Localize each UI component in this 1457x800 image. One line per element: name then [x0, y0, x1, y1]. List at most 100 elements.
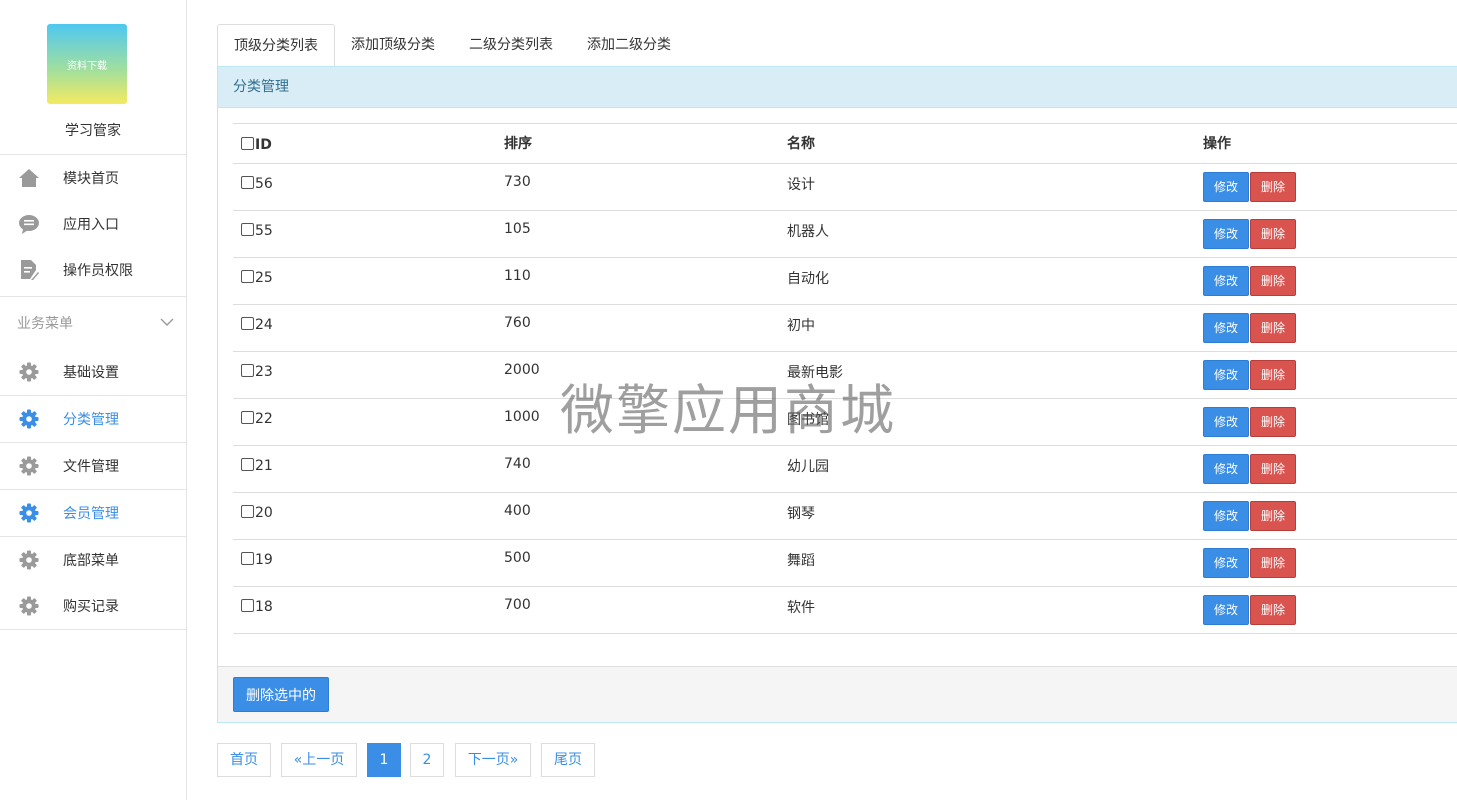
chevron-down-icon — [160, 315, 174, 331]
row-checkbox[interactable] — [241, 599, 254, 612]
sidebar-item-label: 底部菜单 — [63, 553, 119, 569]
delete-button[interactable]: 删除 — [1250, 501, 1296, 531]
row-id: 24 — [255, 317, 273, 333]
gear-icon — [18, 455, 40, 477]
row-checkbox[interactable] — [241, 176, 254, 189]
column-header-id: ID — [233, 123, 496, 164]
column-header-name: 名称 — [779, 123, 1195, 164]
delete-button[interactable]: 删除 — [1250, 266, 1296, 296]
row-checkbox[interactable] — [241, 411, 254, 424]
page-prev[interactable]: «上一页 — [281, 743, 357, 777]
column-id-label: ID — [255, 137, 272, 153]
cell-name: 初中 — [779, 304, 1195, 352]
cell-sort: 2000 — [496, 351, 779, 399]
sidebar-item-member-management[interactable]: 会员管理 — [0, 490, 186, 536]
edit-button[interactable]: 修改 — [1203, 313, 1249, 343]
cell-id: 20 — [233, 492, 496, 540]
edit-button[interactable]: 修改 — [1203, 219, 1249, 249]
sidebar-item-file-management[interactable]: 文件管理 — [0, 443, 186, 489]
table-row: 18 700 软件 修改 删除 — [233, 586, 1457, 634]
cell-sort: 740 — [496, 445, 779, 493]
section-title: 业务菜单 — [17, 316, 73, 332]
delete-button[interactable]: 删除 — [1250, 407, 1296, 437]
tab-add-secondary-category[interactable]: 添加二级分类 — [571, 24, 687, 67]
cell-ops: 修改 删除 — [1195, 445, 1457, 493]
row-id: 18 — [255, 599, 273, 615]
edit-button[interactable]: 修改 — [1203, 501, 1249, 531]
table-header-row: ID 排序 名称 操作 — [233, 123, 1457, 164]
sidebar-item-bottom-menu[interactable]: 底部菜单 — [0, 537, 186, 583]
edit-button[interactable]: 修改 — [1203, 595, 1249, 625]
cell-id: 24 — [233, 304, 496, 352]
row-id: 56 — [255, 176, 273, 192]
cell-id: 56 — [233, 163, 496, 211]
cell-name: 机器人 — [779, 210, 1195, 258]
category-panel: 分类管理 ID 排序 名称 操作 56 730 设计 修改 删除 55 105 机器人 修改 删除… — [217, 66, 1457, 723]
column-header-sort: 排序 — [496, 123, 779, 164]
table-row: 20 400 钢琴 修改 删除 — [233, 492, 1457, 540]
cell-name: 舞蹈 — [779, 539, 1195, 587]
page-number-2[interactable]: 2 — [410, 743, 444, 777]
row-checkbox[interactable] — [241, 223, 254, 236]
sidebar-item-label: 基础设置 — [63, 365, 119, 381]
delete-button[interactable]: 删除 — [1250, 454, 1296, 484]
business-menu-header[interactable]: 业务菜单 — [0, 297, 186, 349]
cell-id: 25 — [233, 257, 496, 305]
sidebar-item-basic-settings[interactable]: 基础设置 — [0, 349, 186, 395]
row-checkbox[interactable] — [241, 317, 254, 330]
delete-selected-button[interactable]: 删除选中的 — [233, 677, 329, 712]
edit-button[interactable]: 修改 — [1203, 548, 1249, 578]
cell-name: 设计 — [779, 163, 1195, 211]
cell-name: 自动化 — [779, 257, 1195, 305]
page-next[interactable]: 下一页» — [455, 743, 531, 777]
cell-ops: 修改 删除 — [1195, 351, 1457, 399]
page-first[interactable]: 首页 — [217, 743, 271, 777]
sidebar-item-category-management[interactable]: 分类管理 — [0, 396, 186, 442]
row-checkbox[interactable] — [241, 458, 254, 471]
delete-button[interactable]: 删除 — [1250, 360, 1296, 390]
delete-button[interactable]: 删除 — [1250, 548, 1296, 578]
row-checkbox[interactable] — [241, 505, 254, 518]
category-table: ID 排序 名称 操作 56 730 设计 修改 删除 55 105 机器人 修改 删除 25 110… — [233, 123, 1457, 634]
tab-top-category-list[interactable]: 顶级分类列表 — [217, 24, 335, 68]
gear-icon — [18, 595, 40, 617]
delete-button[interactable]: 删除 — [1250, 313, 1296, 343]
gear-icon — [18, 408, 40, 430]
delete-button[interactable]: 删除 — [1250, 219, 1296, 249]
edit-button[interactable]: 修改 — [1203, 407, 1249, 437]
sidebar-item-module-home[interactable]: 模块首页 — [0, 155, 186, 201]
cell-sort: 730 — [496, 163, 779, 211]
tab-secondary-category-list[interactable]: 二级分类列表 — [453, 24, 569, 67]
tab-add-top-category[interactable]: 添加顶级分类 — [335, 24, 451, 67]
cell-id: 55 — [233, 210, 496, 258]
cell-sort: 400 — [496, 492, 779, 540]
delete-button[interactable]: 删除 — [1250, 595, 1296, 625]
cell-name: 图书馆 — [779, 398, 1195, 446]
row-checkbox[interactable] — [241, 364, 254, 377]
sidebar-item-label: 操作员权限 — [63, 263, 133, 279]
edit-button[interactable]: 修改 — [1203, 266, 1249, 296]
page-last[interactable]: 尾页 — [541, 743, 595, 777]
row-id: 21 — [255, 458, 273, 474]
sidebar-top-group: 模块首页 应用入口 操作员权限 — [0, 155, 186, 297]
select-all-checkbox[interactable] — [241, 137, 254, 150]
column-header-ops: 操作 — [1195, 123, 1457, 164]
sidebar-item-operator-permissions[interactable]: 操作员权限 — [0, 247, 186, 293]
cell-sort: 105 — [496, 210, 779, 258]
table-row: 55 105 机器人 修改 删除 — [233, 210, 1457, 258]
sidebar-item-app-entry[interactable]: 应用入口 — [0, 201, 186, 247]
row-checkbox[interactable] — [241, 552, 254, 565]
cell-name: 最新电影 — [779, 351, 1195, 399]
delete-button[interactable]: 删除 — [1250, 172, 1296, 202]
edit-button[interactable]: 修改 — [1203, 172, 1249, 202]
row-checkbox[interactable] — [241, 270, 254, 283]
edit-button[interactable]: 修改 — [1203, 360, 1249, 390]
sidebar-item-purchase-records[interactable]: 购买记录 — [0, 583, 186, 629]
panel-footer: 删除选中的 — [218, 666, 1457, 722]
cell-ops: 修改 删除 — [1195, 304, 1457, 352]
edit-button[interactable]: 修改 — [1203, 454, 1249, 484]
gear-icon — [18, 502, 40, 524]
table-row: 22 1000 图书馆 修改 删除 — [233, 398, 1457, 446]
page-number-1[interactable]: 1 — [367, 743, 401, 777]
cell-ops: 修改 删除 — [1195, 586, 1457, 634]
